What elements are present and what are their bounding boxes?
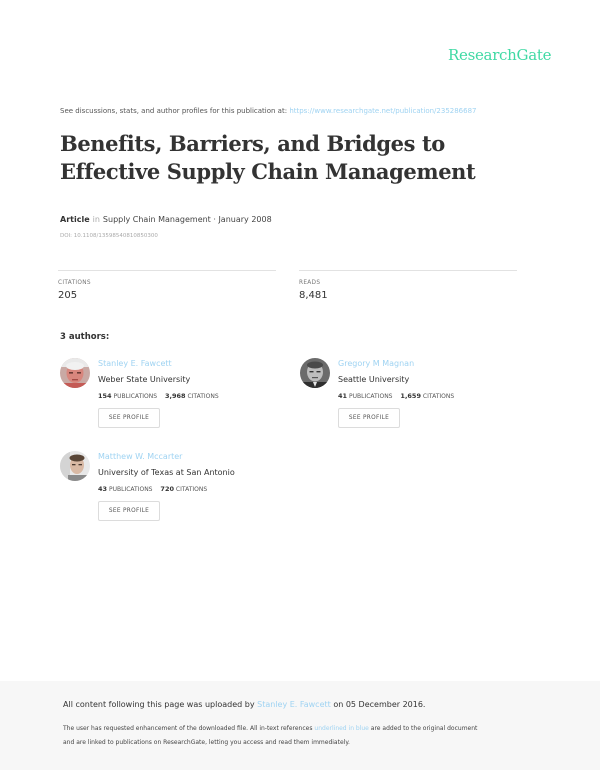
author-card: Gregory M Magnan Seattle University 41 P… [300,358,520,438]
author-counts: 41 PUBLICATIONS 1,659 CITATIONS [338,392,454,400]
researchgate-logo[interactable]: ResearchGate [448,46,551,64]
author-counts: 43 PUBLICATIONS 720 CITATIONS [98,485,207,493]
publication-meta: Article in Supply Chain Management · Janua… [60,215,272,224]
author-citations-count: 720 [160,485,174,493]
author-publications-label: PUBLICATIONS [108,486,153,493]
citations-label: CITATIONS [58,280,91,286]
reads-label: READS [299,280,321,286]
publication-venue-date: Supply Chain Management · January 2008 [102,215,272,224]
author-avatar[interactable] [60,451,90,481]
author-citations-label: CITATIONS [175,486,208,493]
author-card: Stanley E. Fawcett Weber State Universit… [60,358,280,438]
upload-prefix: All content following this page was uplo… [63,700,255,709]
discussions-line: See discussions, stats, and author profi… [60,107,477,115]
discussions-text: See discussions, stats, and author profi… [60,107,288,115]
see-profile-button[interactable]: SEE PROFILE [98,408,160,428]
publication-url-link[interactable]: https://www.researchgate.net/publication… [289,107,476,115]
see-profile-button[interactable]: SEE PROFILE [338,408,400,428]
authors-heading: 3 authors: [60,332,110,342]
publication-title: Benefits, Barriers, and Bridges to Effec… [60,131,476,184]
see-profile-button[interactable]: SEE PROFILE [98,501,160,521]
enhancement-note: The user has requested enhancement of th… [63,725,477,732]
in-word: in [92,215,100,224]
author-publications-count: 43 [98,485,108,493]
upload-suffix: on 05 December 2016. [333,700,426,709]
upload-notice: All content following this page was uplo… [63,700,425,709]
author-counts: 154 PUBLICATIONS 3,968 CITATIONS [98,392,219,400]
note-link[interactable]: underlined in blue [314,725,368,732]
footer: All content following this page was uplo… [0,681,600,770]
author-name-link[interactable]: Stanley E. Fawcett [98,359,172,368]
enhancement-note-line2: and are linked to publications on Resear… [63,739,350,746]
author-publications-label: PUBLICATIONS [348,393,393,400]
note-suffix: are added to the original document [370,725,478,732]
author-publications-label: PUBLICATIONS [113,393,158,400]
author-publications-count: 154 [98,392,112,400]
citations-value: 205 [58,290,78,301]
author-institution: University of Texas at San Antonio [98,468,235,477]
author-institution: Seattle University [338,375,410,384]
reads-stat: READS 8,481 [299,270,517,301]
publication-type: Article [60,215,90,224]
uploader-link[interactable]: Stanley E. Fawcett [257,700,331,709]
author-card: Matthew W. Mccarter University of Texas … [60,451,280,531]
author-citations-label: CITATIONS [422,393,455,400]
author-name-link[interactable]: Gregory M Magnan [338,359,414,368]
reads-value: 8,481 [299,290,328,301]
note-prefix: The user has requested enhancement of th… [63,725,313,732]
publication-doi: DOI: 10.1108/13598540810850300 [60,233,158,239]
author-citations-count: 3,968 [164,392,186,400]
author-citations-count: 1,659 [400,392,421,400]
citations-stat: CITATIONS 205 [58,270,276,301]
author-avatar[interactable] [60,358,90,388]
author-institution: Weber State University [98,375,191,384]
author-publications-count: 41 [338,392,348,400]
author-name-link[interactable]: Matthew W. Mccarter [98,452,182,461]
author-citations-label: CITATIONS [187,393,219,400]
author-avatar[interactable] [300,358,330,388]
